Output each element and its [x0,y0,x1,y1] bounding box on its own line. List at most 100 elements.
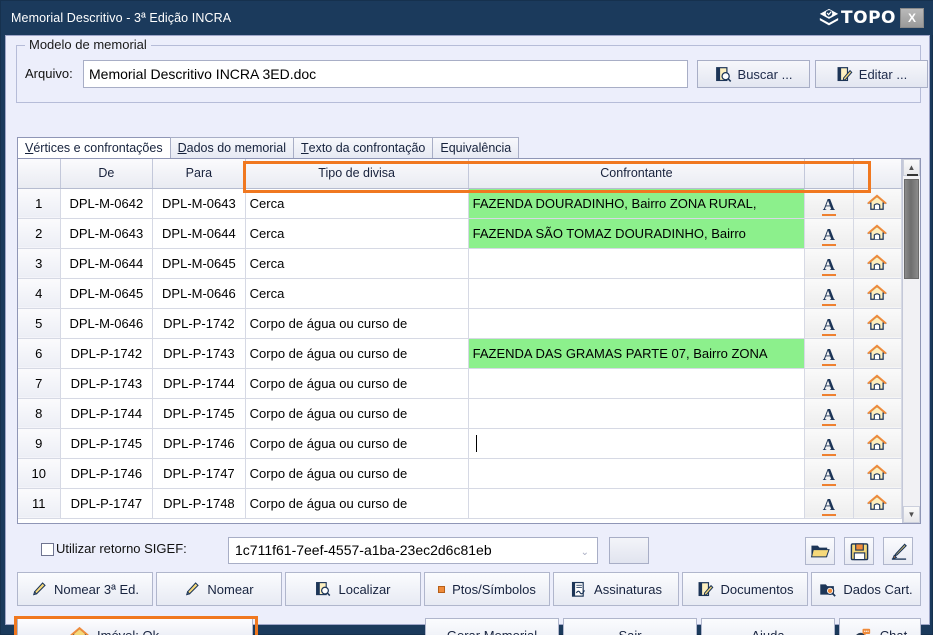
table-row[interactable]: 2 DPL-M-0643 DPL-M-0644 Cerca FAZENDA SÃO TO… [18,218,902,249]
cell-confrontante[interactable] [468,368,806,399]
cell-para[interactable]: DPL-P-1743 [152,338,246,369]
table-row[interactable]: 6 DPL-P-1742 DPL-P-1743 Corpo de água ou cu… [18,338,902,369]
tab-texto-confrontacao[interactable]: Texto da confrontação [292,137,434,158]
utilizar-retorno-sigef-checkbox[interactable] [41,543,54,556]
text-format-icon[interactable]: A [821,376,837,396]
sigef-combobox[interactable]: 1c711f61-7eef-4557-a1ba-23ec2d6c81eb ⌄ [228,537,598,564]
col-header-rownum[interactable] [18,159,61,189]
tab-vertices-confrontacoes[interactable]: Vértices e confrontações [17,137,171,158]
row-format-button[interactable]: A [804,248,854,279]
cell-confrontante[interactable] [468,458,806,489]
cell-de[interactable]: DPL-M-0643 [60,218,154,249]
arquivo-input[interactable] [83,60,688,88]
row-imovel-button[interactable] [853,188,902,219]
house-icon[interactable] [867,284,888,302]
row-format-button[interactable]: A [804,398,854,429]
col-header-icon-home[interactable] [853,159,902,189]
text-format-icon[interactable]: A [821,496,837,516]
row-number[interactable]: 7 [18,368,61,399]
table-row[interactable]: 3 DPL-M-0644 DPL-M-0645 Cerca A [18,248,902,279]
cell-confrontante[interactable] [468,308,806,339]
table-row[interactable]: 10 DPL-P-1746 DPL-P-1747 Corpo de água ou c… [18,458,902,489]
row-number[interactable]: 11 [18,488,61,519]
house-icon[interactable] [867,434,888,452]
cell-de[interactable]: DPL-M-0642 [60,188,154,219]
cell-tipo-divisa[interactable]: Cerca [245,278,469,309]
text-format-icon[interactable]: A [821,226,837,246]
cell-para[interactable]: DPL-P-1747 [152,458,246,489]
table-row[interactable]: 7 DPL-P-1743 DPL-P-1744 Corpo de água ou cu… [18,368,902,399]
row-number[interactable]: 3 [18,248,61,279]
cell-confrontante[interactable] [468,398,806,429]
table-row[interactable]: 9 DPL-P-1745 DPL-P-1746 Corpo de água ou cu… [18,428,902,459]
col-header-tipo-de-divisa[interactable]: Tipo de divisa [245,159,469,189]
row-number[interactable]: 6 [18,338,61,369]
text-format-icon[interactable]: A [821,436,837,456]
sigef-aux-button[interactable] [609,537,649,564]
cell-confrontante[interactable] [468,488,806,519]
row-format-button[interactable]: A [804,278,854,309]
cell-de[interactable]: DPL-M-0645 [60,278,154,309]
dados-cart-button[interactable]: Dados Cart. [811,572,921,606]
row-number[interactable]: 10 [18,458,61,489]
cell-tipo-divisa[interactable]: Corpo de água ou curso de [245,428,469,459]
ptos-simbolos-button[interactable]: Ptos/Símbolos [424,572,550,606]
row-format-button[interactable]: A [804,188,854,219]
cell-de[interactable]: DPL-P-1745 [60,428,154,459]
cell-confrontante[interactable]: FAZENDA SÃO TOMAZ DOURADINHO, Bairro [468,218,806,249]
row-format-button[interactable]: A [804,338,854,369]
cell-para[interactable]: DPL-P-1744 [152,368,246,399]
row-number[interactable]: 5 [18,308,61,339]
table-row[interactable]: 5 DPL-M-0646 DPL-P-1742 Corpo de água ou cu… [18,308,902,339]
cell-para[interactable]: DPL-M-0643 [152,188,246,219]
scroll-down-arrow-icon[interactable]: ▼ [903,506,920,523]
imovel-status-button[interactable]: Imóvel: Ok [17,618,253,635]
text-format-icon[interactable]: A [821,316,837,336]
row-imovel-button[interactable] [853,248,902,279]
house-icon[interactable] [867,374,888,392]
cell-de[interactable]: DPL-M-0646 [60,308,154,339]
tab-equivalencia[interactable]: Equivalência [432,137,520,158]
row-imovel-button[interactable] [853,428,902,459]
nomear-3ed-button[interactable]: Nomear 3ª Ed. [17,572,153,606]
row-format-button[interactable]: A [804,218,854,249]
house-icon[interactable] [867,254,888,272]
row-imovel-button[interactable] [853,278,902,309]
cell-tipo-divisa[interactable]: Cerca [245,248,469,279]
cell-de[interactable]: DPL-M-0644 [60,248,154,279]
row-format-button[interactable]: A [804,308,854,339]
table-row[interactable]: 11 DPL-P-1747 DPL-P-1748 Corpo de água ou c… [18,488,902,519]
documentos-button[interactable]: Documentos [682,572,808,606]
cell-para[interactable]: DPL-M-0644 [152,218,246,249]
cell-para[interactable]: DPL-P-1742 [152,308,246,339]
house-icon[interactable] [867,344,888,362]
localizar-button[interactable]: Localizar [285,572,421,606]
row-imovel-button[interactable] [853,218,902,249]
row-imovel-button[interactable] [853,308,902,339]
cell-tipo-divisa[interactable]: Cerca [245,218,469,249]
tab-dados-memorial[interactable]: Dados do memorial [169,137,294,158]
text-format-icon[interactable]: A [821,466,837,486]
sair-button[interactable]: Sair [563,618,697,635]
text-format-icon[interactable]: A [821,256,837,276]
highlighter-button[interactable] [883,537,913,565]
row-format-button[interactable]: A [804,488,854,519]
col-header-confrontante[interactable]: Confrontante [468,159,806,189]
cell-de[interactable]: DPL-P-1744 [60,398,154,429]
gerar-memorial-button[interactable]: Gerar Memorial [425,618,559,635]
cell-tipo-divisa[interactable]: Corpo de água ou curso de [245,338,469,369]
row-format-button[interactable]: A [804,458,854,489]
house-icon[interactable] [867,194,888,212]
cell-de[interactable]: DPL-P-1747 [60,488,154,519]
grid-vertical-scrollbar[interactable]: ▲ ▼ [902,159,920,523]
table-row[interactable]: 4 DPL-M-0645 DPL-M-0646 Cerca A [18,278,902,309]
editar-button[interactable]: Editar ... [815,60,928,88]
col-header-para[interactable]: Para [152,159,246,189]
cell-tipo-divisa[interactable]: Corpo de água ou curso de [245,398,469,429]
row-number[interactable]: 4 [18,278,61,309]
cell-de[interactable]: DPL-P-1743 [60,368,154,399]
scrollbar-thumb[interactable] [904,174,919,279]
row-imovel-button[interactable] [853,458,902,489]
row-number[interactable]: 1 [18,188,61,219]
row-format-button[interactable]: A [804,428,854,459]
